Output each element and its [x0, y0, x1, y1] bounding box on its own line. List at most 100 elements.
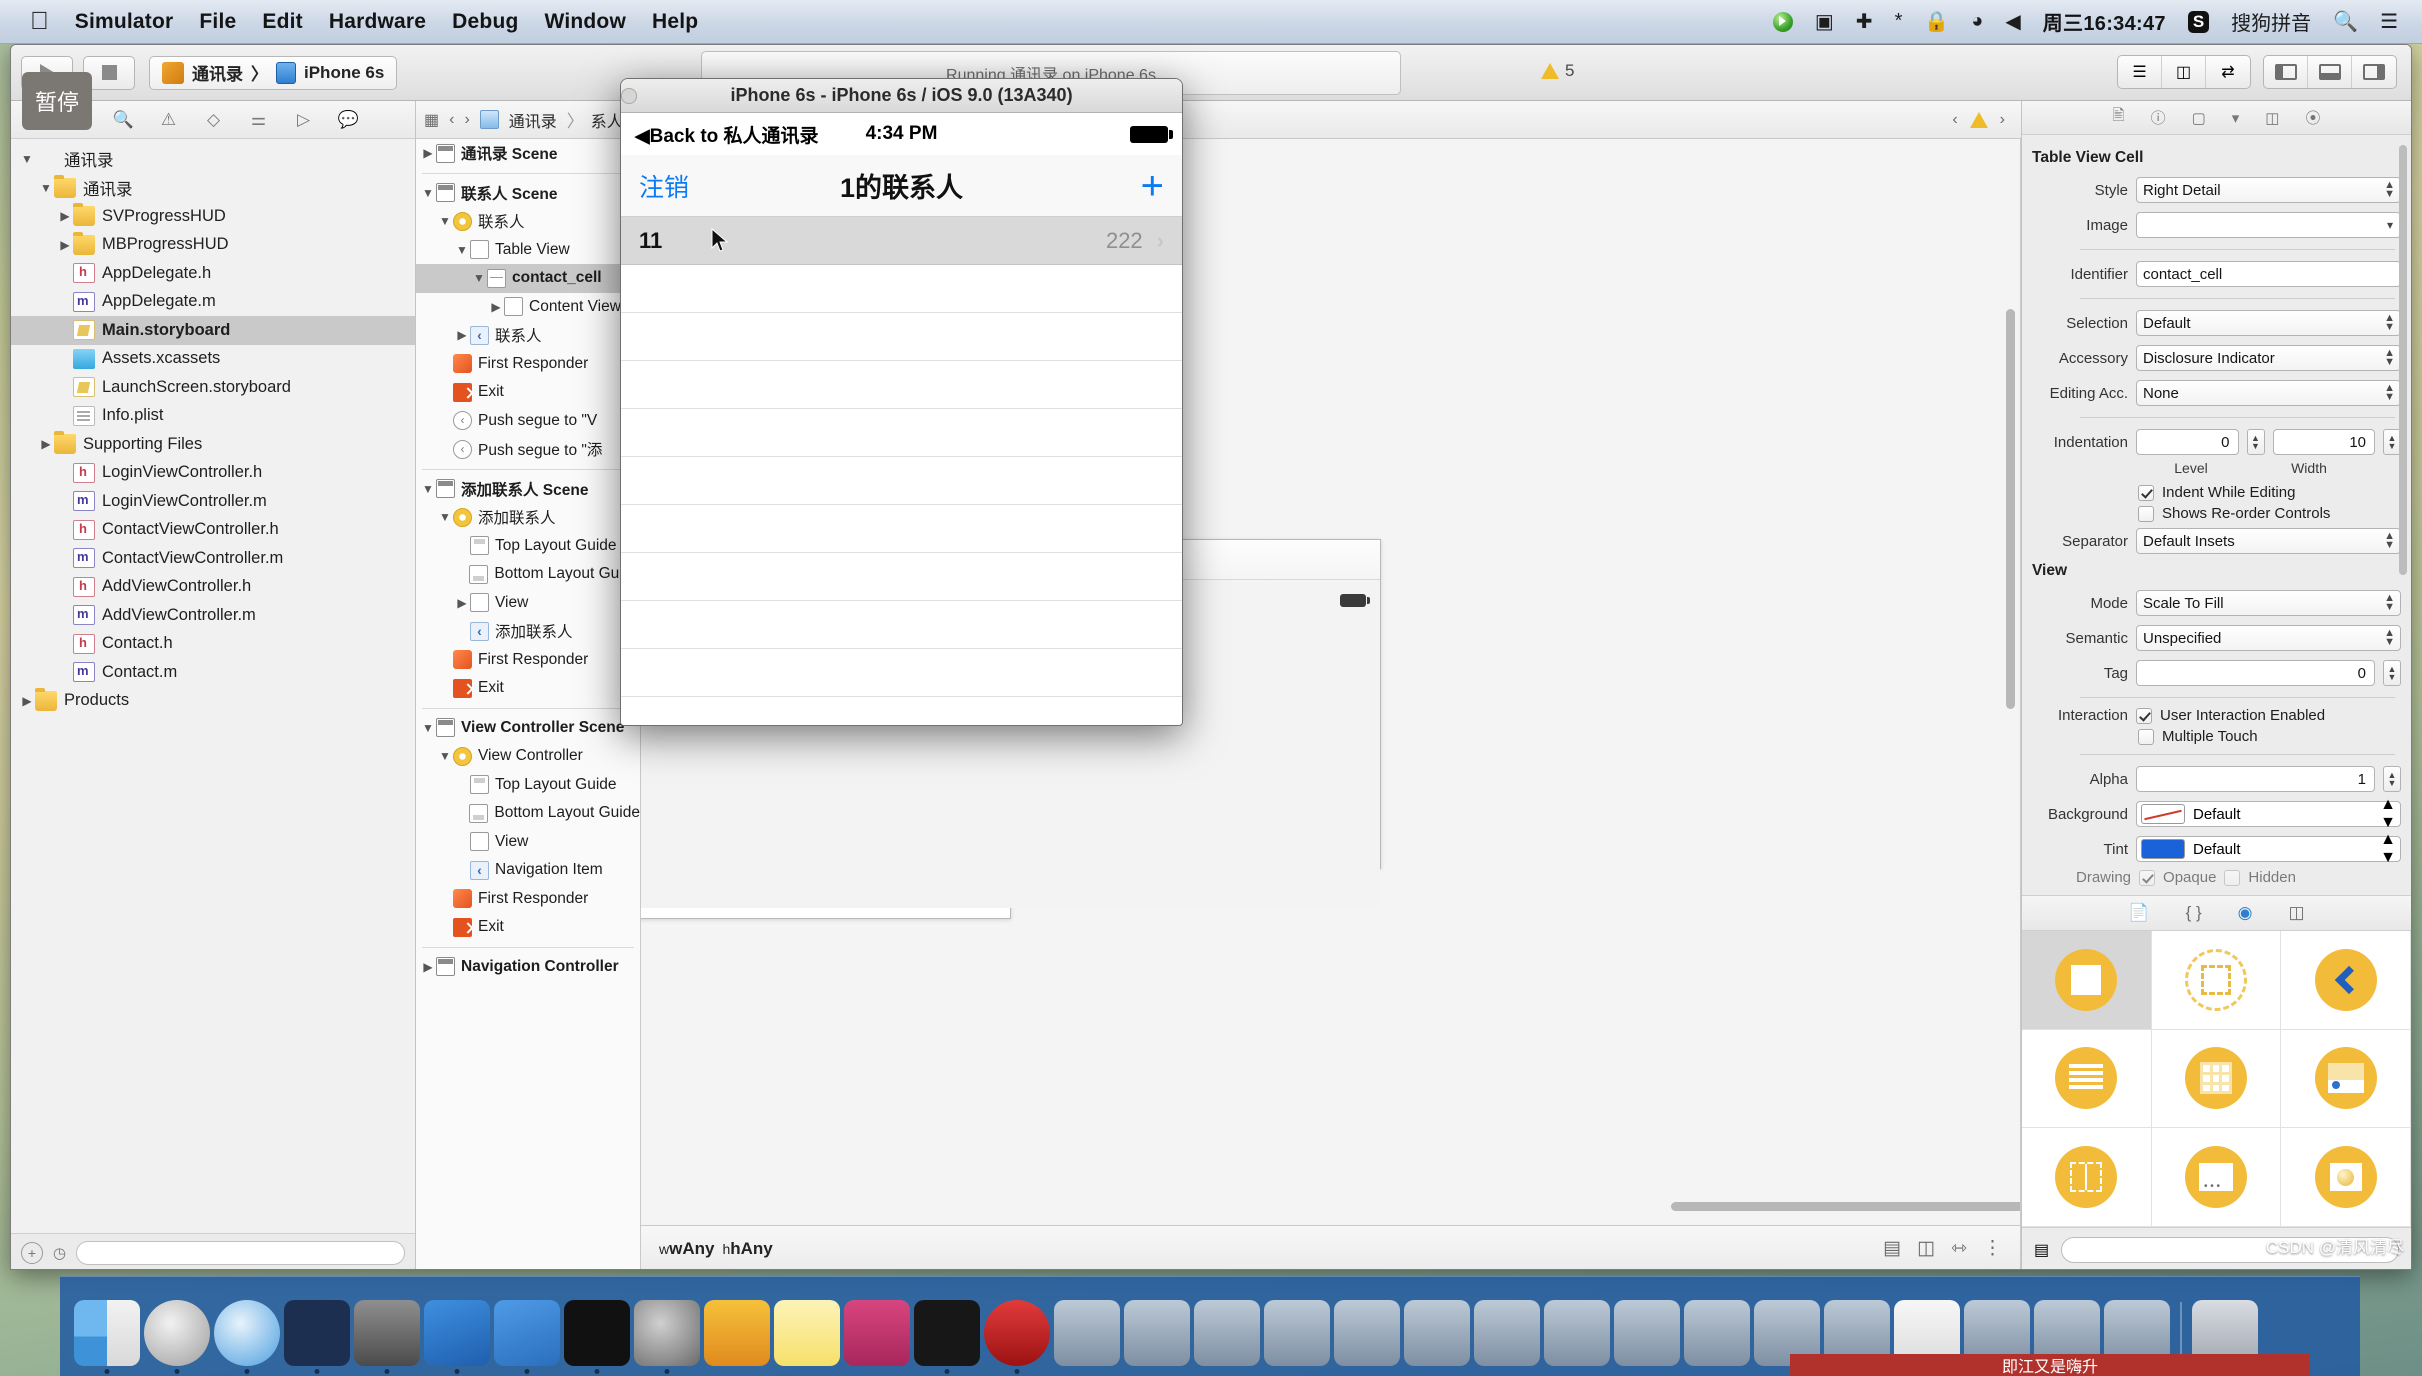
search-icon[interactable]: 🔍 — [2333, 9, 2358, 34]
toggle-utilities-icon[interactable] — [2352, 56, 2396, 88]
file-tree-item[interactable]: ▶ContactViewController.m — [11, 544, 415, 573]
dock-item-help[interactable] — [844, 1300, 910, 1366]
disclosure-triangle-icon[interactable]: ▶ — [454, 328, 470, 342]
inspector-popup-field[interactable]: Default Insets ▲ ▼ — [2136, 528, 2401, 554]
dock-item-win[interactable] — [1474, 1300, 1540, 1366]
file-tree-item[interactable]: ▼ 通讯录 — [11, 145, 415, 174]
notification-center-icon[interactable]: ☰ — [2380, 9, 2398, 34]
file-tree-item[interactable]: ▶Info.plist — [11, 402, 415, 431]
file-tree-item[interactable]: ▶ MBProgressHUD — [11, 231, 415, 260]
outline-item[interactable]: ▼ 添加联系人 — [416, 503, 640, 532]
disclosure-triangle-icon[interactable]: ▼ — [437, 749, 453, 763]
inspector-text-field[interactable]: contact_cell — [2136, 261, 2401, 287]
file-tree-item[interactable]: ▶LoginViewController.m — [11, 487, 415, 516]
disclosure-triangle-icon[interactable]: ▼ — [420, 721, 436, 735]
menu-item-file[interactable]: File — [199, 10, 236, 34]
disclosure-triangle-icon[interactable]: ▼ — [471, 271, 487, 285]
disclosure-triangle-icon[interactable]: ▼ — [454, 243, 470, 257]
menu-item-debug[interactable]: Debug — [452, 10, 518, 34]
inspector-popup-field[interactable]: Right Detail ▲ ▼ — [2136, 177, 2401, 203]
inspector-popup-field[interactable]: Default ▲ ▼ — [2136, 310, 2401, 336]
outline-item[interactable]: ▶ 通讯录 Scene — [416, 139, 640, 168]
outline-item[interactable]: ▶ View — [416, 589, 640, 618]
stepper-control[interactable]: ▲ ▼ — [2383, 766, 2401, 792]
disclosure-triangle-icon[interactable]: ▼ — [437, 510, 453, 524]
file-tree-item[interactable]: ▶AppDelegate.h — [11, 259, 415, 288]
simulator-window[interactable]: iPhone 6s - iPhone 6s / iOS 9.0 (13A340)… — [620, 78, 1183, 726]
menu-item-window[interactable]: Window — [545, 10, 627, 34]
media-library-icon[interactable]: ◫ — [2289, 903, 2305, 923]
dock-item-win[interactable] — [1054, 1300, 1120, 1366]
chevron-left-icon[interactable]: ‹ — [449, 111, 454, 129]
outline-item[interactable]: ▶First Responder — [416, 350, 640, 379]
checkbox[interactable] — [2138, 728, 2154, 745]
identity-inspector-icon[interactable]: ▢ — [2192, 109, 2206, 127]
color-field-group[interactable]: Default ▲ ▼ — [2136, 796, 2401, 831]
inspector-scrollbar[interactable] — [2399, 145, 2409, 575]
file-tree-item[interactable]: ▶Contact.h — [11, 630, 415, 659]
checkbox[interactable] — [2138, 484, 2154, 501]
stack-icon[interactable]: ⋮ — [1983, 1237, 2002, 1260]
navigator-filter-input[interactable] — [76, 1240, 405, 1265]
navigation-controller-object[interactable] — [2314, 948, 2377, 1011]
file-tree-item[interactable]: ▶ Products — [11, 687, 415, 716]
outline-item[interactable]: ▼ 添加联系人 Scene — [416, 475, 640, 504]
volume-icon[interactable]: ◀ — [2005, 9, 2020, 34]
dock-item-launchpad[interactable] — [144, 1300, 210, 1374]
dock-item-win[interactable] — [1124, 1300, 1190, 1366]
standard-editor-icon[interactable]: ☰ — [2118, 56, 2162, 88]
disclosure-triangle-icon[interactable]: ▶ — [19, 694, 35, 708]
issue-next-icon[interactable]: › — [2000, 111, 2005, 129]
disclosure-triangle-icon[interactable]: ▼ — [420, 186, 436, 200]
pin-icon[interactable]: ◫ — [1917, 1237, 1935, 1260]
outline-item[interactable]: ▶‹Navigation Item — [416, 856, 640, 885]
attributes-inspector-icon[interactable]: ▾ — [2232, 109, 2240, 127]
menu-item-hardware[interactable]: Hardware — [329, 10, 426, 34]
file-tree-item[interactable]: ▶Contact.m — [11, 658, 415, 687]
object-library-grid[interactable] — [2022, 931, 2411, 1227]
editor-mode-segment[interactable]: ☰ ◫ ⇄ — [2117, 55, 2251, 89]
file-tree-item[interactable]: ▶AppDelegate.m — [11, 288, 415, 317]
assistant-editor-icon[interactable]: ◫ — [2162, 56, 2206, 88]
file-tree-item[interactable]: ▶ SVProgressHUD — [11, 202, 415, 231]
outline-item[interactable]: ▼ Table View — [416, 236, 640, 265]
outline-item[interactable]: ▶Exit — [416, 378, 640, 407]
breakpoint-navigator-icon[interactable]: ▷ — [281, 102, 326, 138]
size-class-height[interactable]: hAny — [730, 1239, 773, 1259]
warning-count-chip[interactable]: 5 — [1541, 61, 1574, 81]
dock-item-xcode2[interactable] — [494, 1300, 560, 1374]
disclosure-triangle-icon[interactable]: ▶ — [38, 437, 54, 451]
input-method-label[interactable]: 搜狗拼音 — [2231, 7, 2311, 36]
outline-item[interactable]: ▶First Responder — [416, 646, 640, 675]
inspector-number-field[interactable]: 0 — [2136, 660, 2375, 686]
airplane-icon[interactable]: ✚ — [1856, 9, 1873, 34]
dock-item-term[interactable] — [564, 1300, 630, 1374]
attributes-inspector[interactable]: Table View Cell Style Right Detail ▲ ▼ Image ▾… — [2022, 135, 2411, 895]
file-tree-item[interactable]: ▶ Supporting Files — [11, 430, 415, 459]
issue-navigator-icon[interactable]: ⚠ — [146, 102, 191, 138]
outline-item[interactable]: ▶‹Push segue to "添 — [416, 435, 640, 464]
dock-item-win[interactable] — [1614, 1300, 1680, 1366]
version-editor-icon[interactable]: ⇄ — [2206, 56, 2250, 88]
related-items-icon[interactable]: ▦ — [424, 110, 439, 130]
connections-inspector-icon[interactable]: ⦿ — [2305, 107, 2320, 128]
collection-view-controller-object[interactable] — [2184, 1047, 2247, 1110]
toggle-navigator-icon[interactable] — [2264, 56, 2308, 88]
library-cell[interactable] — [2022, 931, 2152, 1030]
report-navigator-icon[interactable]: 💬 — [326, 102, 371, 138]
menu-bar-clock[interactable]: 周三16:34:47 — [2043, 7, 2166, 36]
align-icon[interactable]: ▤ — [1883, 1237, 1901, 1260]
outline-item[interactable]: ▶‹添加联系人 — [416, 617, 640, 646]
file-tree-item[interactable]: ▶AddViewController.h — [11, 573, 415, 602]
glkit-view-controller-object[interactable] — [2314, 1146, 2377, 1209]
library-cell[interactable] — [2151, 931, 2282, 1030]
outline-item[interactable]: ▼ 联系人 — [416, 207, 640, 236]
quick-help-icon[interactable]: ⓘ — [2151, 107, 2166, 128]
test-navigator-icon[interactable]: ◇ — [191, 102, 236, 138]
checkbox[interactable] — [2138, 505, 2154, 522]
outline-item[interactable]: ▶ Navigation Controller — [416, 953, 640, 982]
dock-item-mouse[interactable] — [284, 1300, 350, 1374]
canvas-horizontal-scrollbar[interactable] — [641, 1199, 2020, 1213]
library-cell[interactable] — [2281, 931, 2411, 1030]
resolve-issues-icon[interactable]: ⇿ — [1951, 1237, 1967, 1260]
